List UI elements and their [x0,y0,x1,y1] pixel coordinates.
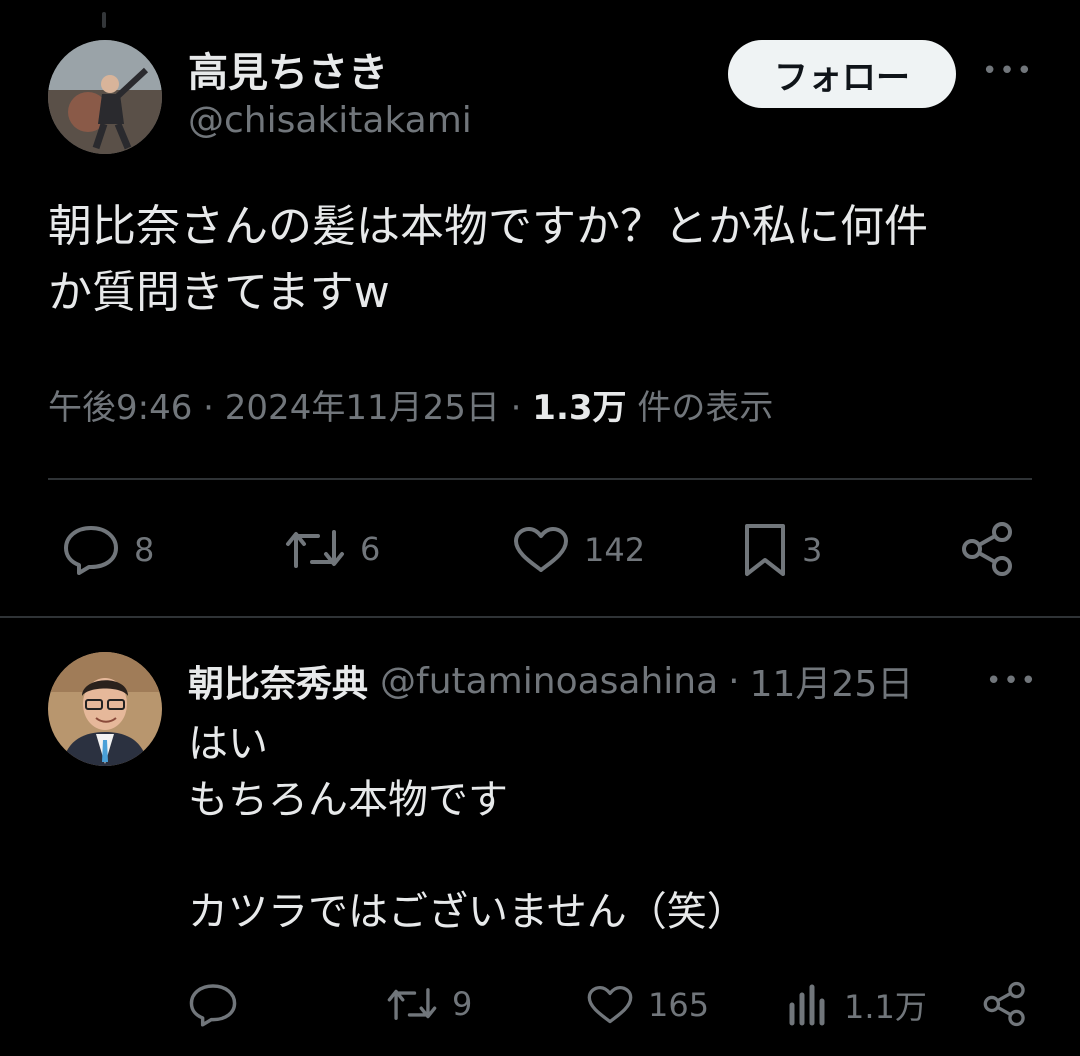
reply-count: 8 [134,531,155,569]
author-name[interactable]: 高見ちさき [188,40,388,98]
reply-header: 朝比奈秀典 @futaminoasahina · 11月25日 [188,656,968,706]
tweet-time[interactable]: 午後9:46 [48,388,192,428]
like-button[interactable]: 142 [512,526,645,574]
bookmark-count: 3 [802,531,823,569]
author-avatar[interactable] [48,40,162,154]
author-handle[interactable]: @chisakitakami [188,100,472,141]
reply-reply-button[interactable] [188,982,252,1028]
reply-repost-count: 9 [452,985,473,1023]
repost-icon [386,984,438,1024]
meta-separator: · [510,388,522,428]
meta-separator: · [203,388,214,428]
share-icon [982,980,1028,1028]
reply-author-avatar[interactable] [48,652,162,766]
reply-views-button[interactable]: 1.1万 [786,982,927,1028]
like-icon [586,984,634,1026]
reply-more-options-icon[interactable]: ••• [986,668,1038,694]
tweet-meta: 午後9:46 · 2024年11月25日 · 1.3万 件の表示 [48,380,773,429]
reply-button[interactable]: 8 [62,524,154,576]
thread-connector [102,12,106,28]
reply-author-name[interactable]: 朝比奈秀典 [188,656,368,706]
reply-views-count: 1.1万 [844,988,927,1026]
reply-repost-button[interactable]: 9 [386,984,472,1024]
repost-count: 6 [360,530,381,568]
reply-date[interactable]: 11月25日 [750,656,914,706]
reply-text: はい もちろん本物です カツラではございません（笑） [188,721,747,935]
views-icon [786,983,830,1027]
views-label: 件の表示 [637,388,774,428]
like-icon [512,526,570,574]
tweet-divider [0,616,1080,618]
follow-button[interactable]: フォロー [728,40,956,108]
more-options-icon[interactable]: ••• [982,58,1034,84]
bookmark-button[interactable]: 3 [742,522,822,578]
share-icon [960,520,1016,578]
tweet-text: 朝比奈さんの髪は本物ですか？とか私に何件 か質問きてますw [48,201,928,318]
tweet-date[interactable]: 2024年11月25日 [225,388,500,428]
views-count: 1.3万 [532,388,627,428]
divider [48,478,1032,480]
bookmark-icon [742,522,788,578]
reply-author-handle[interactable]: @futaminoasahina [380,661,718,702]
reply-like-count: 165 [648,986,710,1024]
reply-separator: · [728,660,740,702]
repost-button[interactable]: 6 [284,526,380,572]
reply-like-button[interactable]: 165 [586,984,709,1026]
reply-share-button[interactable] [982,980,1028,1028]
share-button[interactable] [960,520,1016,578]
reply-icon [188,982,238,1028]
like-count: 142 [584,531,646,569]
reply-icon [62,524,120,576]
repost-icon [284,526,346,572]
